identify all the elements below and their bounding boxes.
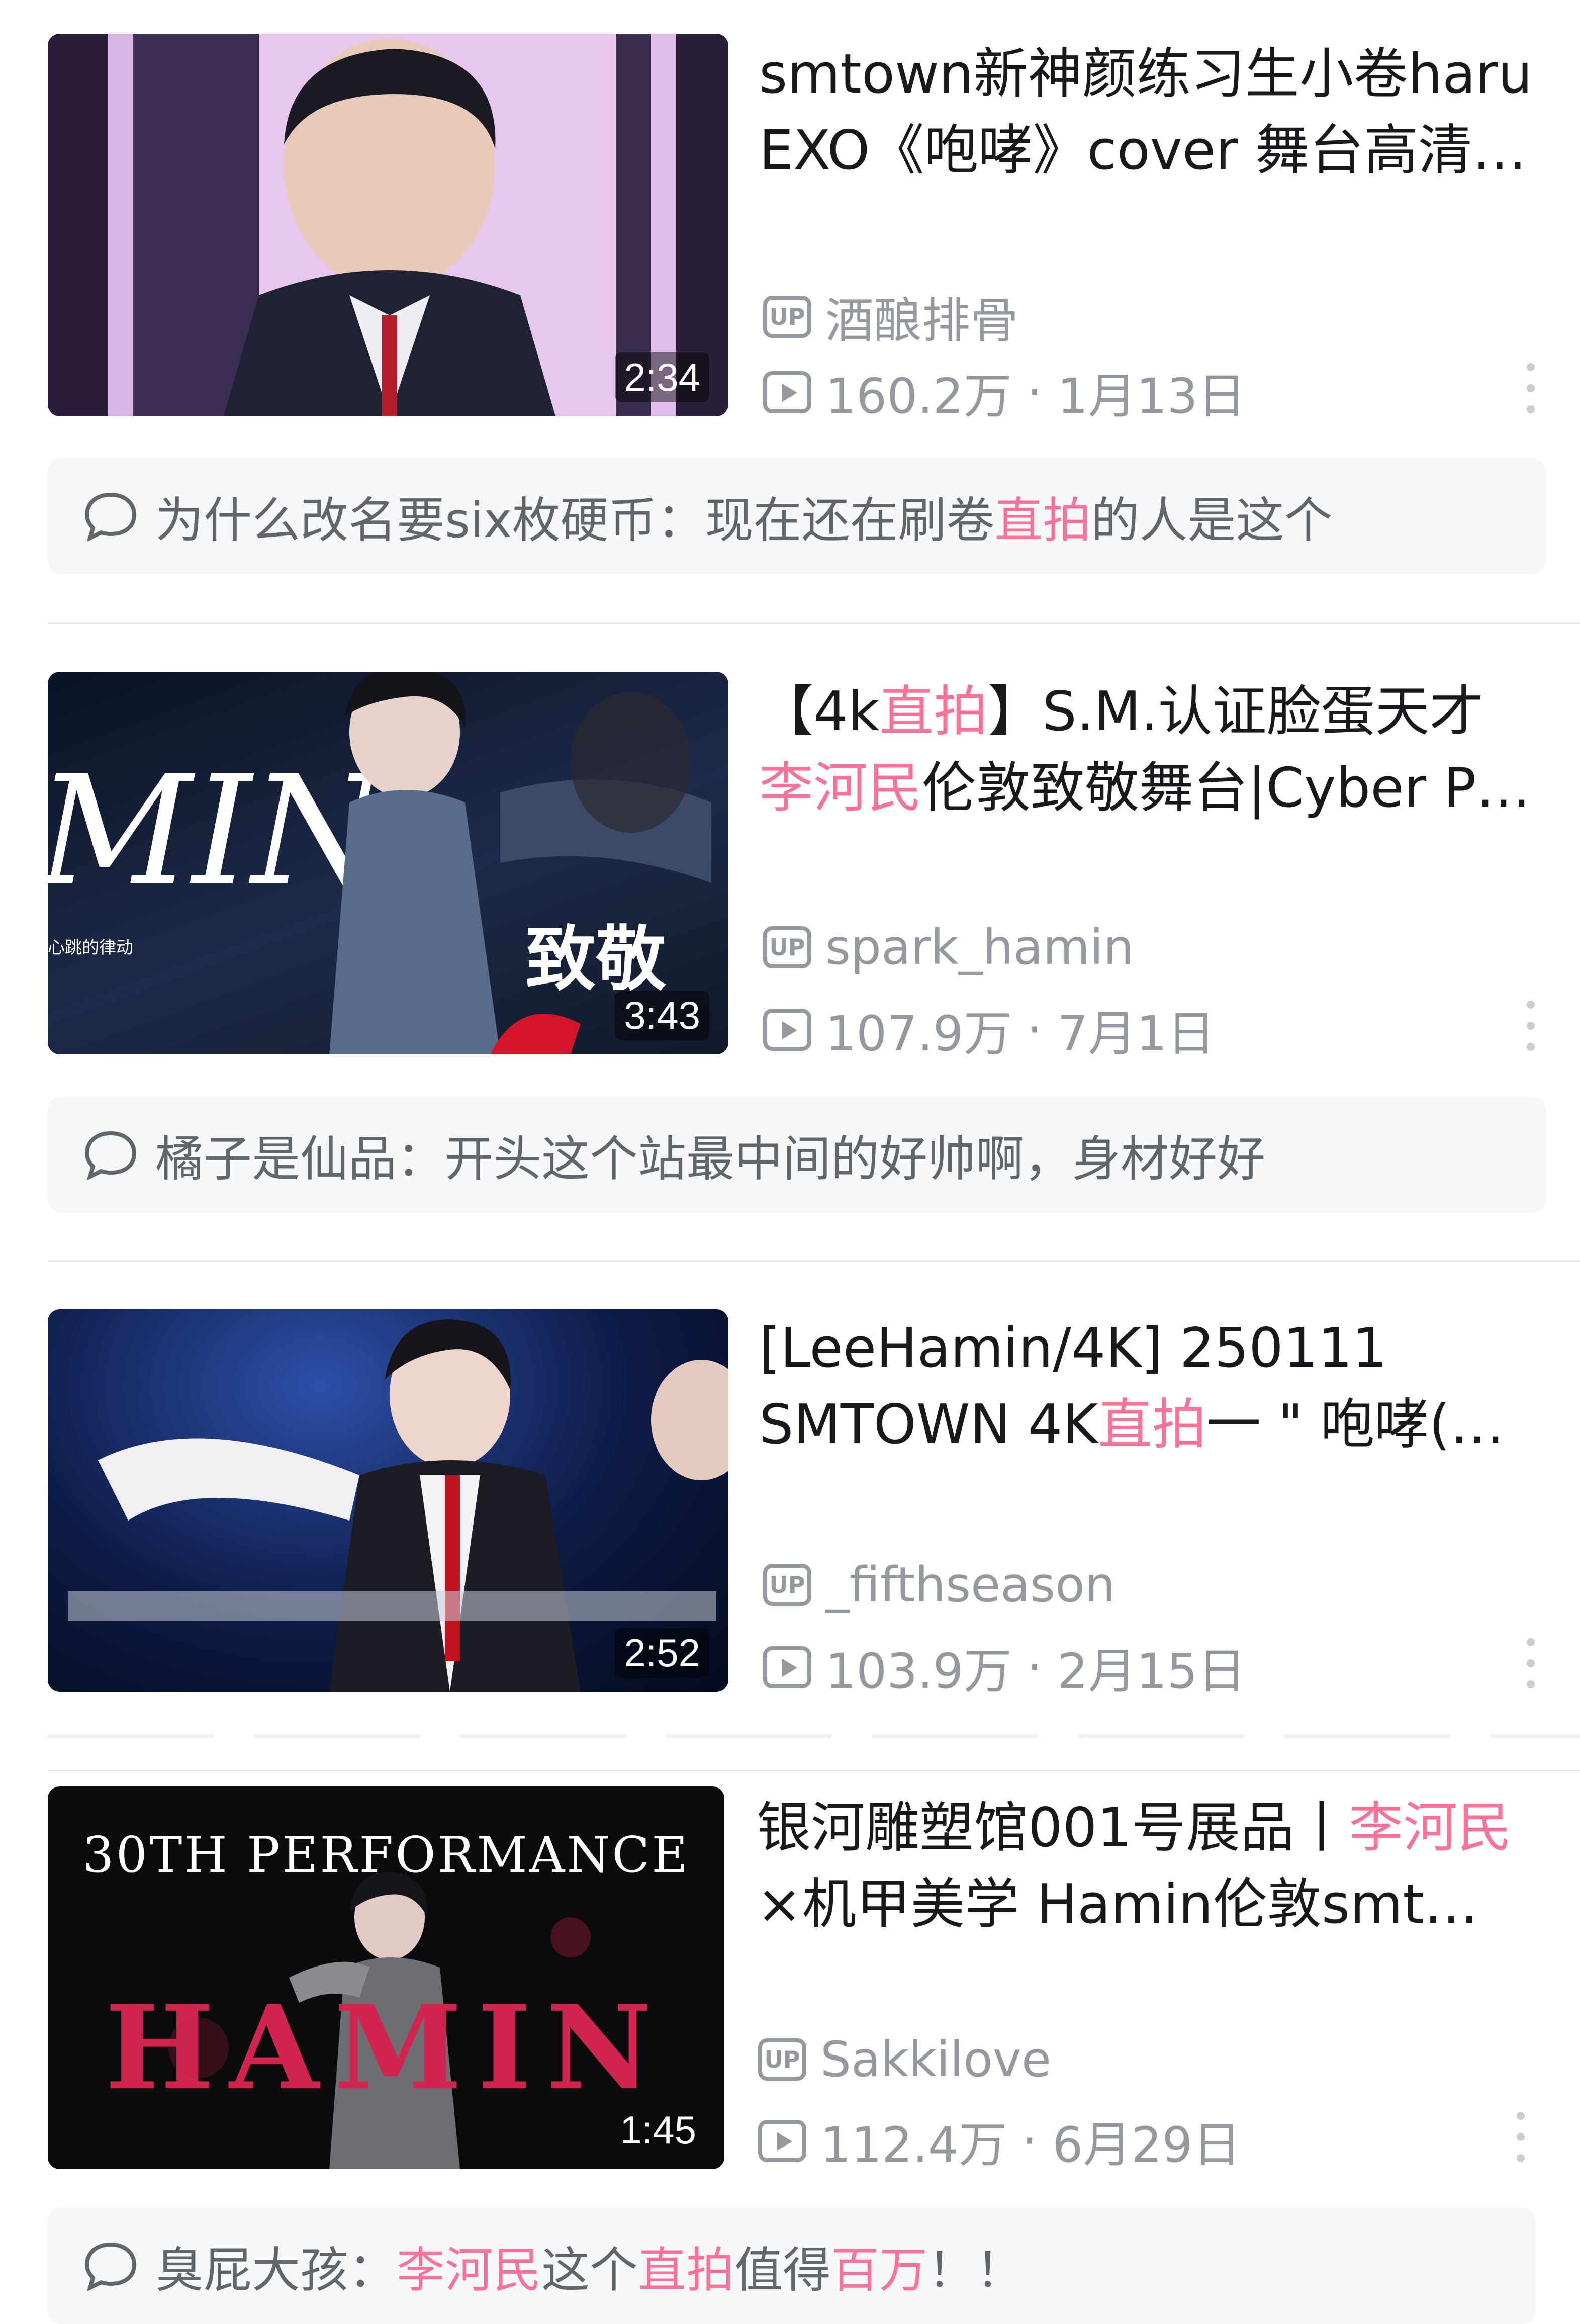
comment-highlight: 直拍 [638, 2242, 734, 2298]
video-title[interactable]: 银河雕塑馆001号展品丨李河民 ×机甲美学 Hamin伦敦smt致… [757, 1790, 1531, 1943]
separator-dot: · [1027, 364, 1043, 420]
comment-text: 现在还在刷卷 [705, 492, 995, 549]
view-count: 160.2万 [825, 368, 1012, 424]
video-thumbnail[interactable]: 2:34 [48, 34, 728, 416]
uploader-name: spark_hamin [825, 919, 1134, 975]
comment-text: ！！ [927, 2242, 1024, 2298]
uploader-row[interactable]: UP 酒酿排骨 [763, 282, 1018, 351]
top-comment[interactable]: 橘子是仙品： 开头这个站最中间的好帅啊，身材好好 [48, 1096, 1546, 1213]
more-vertical-icon[interactable] [1526, 1001, 1536, 1051]
view-count: 107.9万 [825, 1006, 1012, 1062]
more-vertical-icon[interactable] [1526, 363, 1536, 413]
stats-row: 103.9万 · 2月15日 [763, 1632, 1246, 1702]
view-count: 103.9万 [825, 1643, 1012, 1700]
comment-user: 橘子是仙品： [155, 1130, 445, 1187]
uploader-row[interactable]: UP Sakkilove [758, 2031, 1051, 2088]
video-duration: 2:34 [615, 352, 709, 402]
comment-bubble-icon [84, 1131, 137, 1180]
publish-date: 2月15日 [1057, 1643, 1246, 1700]
card-divider [48, 1260, 1580, 1262]
up-badge-icon: UP [763, 1564, 811, 1606]
uploader-row[interactable]: UP spark_hamin [763, 919, 1134, 975]
top-comment[interactable]: 为什么改名要six枚硬币： 现在还在刷卷 直拍 的人是这个 [48, 458, 1546, 574]
uploader-name: Sakkilove [820, 2031, 1051, 2088]
stats-row: 112.4万 · 6月29日 [758, 2106, 1241, 2176]
card-divider [48, 1770, 1580, 1771]
comment-text: 这个 [541, 2242, 638, 2298]
comment-highlight: 百万 [831, 2242, 927, 2298]
separator-dot: · [1027, 1001, 1043, 1058]
uploader-name: _fifthseason [825, 1557, 1116, 1613]
play-count-icon [763, 1008, 811, 1051]
thumbnail-text: 致敬 [525, 919, 667, 1001]
comment-text: 开头这个站最中间的好帅啊，身材好好 [445, 1130, 1265, 1187]
up-badge-icon: UP [763, 295, 811, 338]
uploader-name: 酒酿排骨 [825, 293, 1018, 349]
up-badge-icon: UP [763, 926, 811, 968]
comment-bubble-icon [84, 2242, 137, 2291]
play-count-icon [763, 371, 811, 413]
video-duration: 2:52 [615, 1628, 709, 1678]
video-title[interactable]: 【4k直拍】S.M.认证脸蛋天才 李河民伦敦致敬舞台|Cyber P… [759, 674, 1543, 827]
play-count-icon [758, 2119, 806, 2162]
video-thumbnail[interactable]: 30TH PERFORMANCE HAMIN 1:45 [48, 1786, 724, 2169]
video-title[interactable]: smtown新神颜练习生小卷haru EXO《咆哮》cover 舞台高清… [759, 36, 1543, 189]
video-duration: 1:45 [620, 2108, 696, 2152]
more-vertical-icon[interactable] [1526, 1638, 1536, 1688]
comment-bubble-icon [84, 492, 137, 541]
thumbnail-text: MIN [48, 743, 389, 919]
video-thumbnail[interactable]: 2:52 [48, 1309, 728, 1692]
card-divider [48, 622, 1580, 624]
separator-dot: · [1027, 1639, 1043, 1695]
play-count-icon [763, 1646, 811, 1688]
comment-user: 为什么改名要six枚硬币： [155, 492, 705, 549]
video-title[interactable]: [LeeHamin/4K] 250111 SMTOWN 4K直拍一 " 咆哮(… [759, 1310, 1543, 1463]
uploader-row[interactable]: UP _fifthseason [763, 1557, 1116, 1613]
comment-text: 值得 [734, 2242, 831, 2298]
comment-text: 的人是这个 [1091, 492, 1333, 549]
comment-highlight: 李河民 [397, 2242, 541, 2298]
thumbnail-text: 心跳的律动 [48, 938, 133, 958]
publish-date: 7月1日 [1057, 1006, 1216, 1062]
top-comment[interactable]: 臭屁大孩： 李河民 这个 直拍 值得 百万 ！！ [48, 2207, 1536, 2324]
stats-row: 107.9万 · 7月1日 [763, 995, 1216, 1064]
view-count: 112.4万 [820, 2117, 1007, 2173]
publish-date: 1月13日 [1057, 368, 1246, 424]
publish-date: 6月29日 [1052, 2117, 1241, 2173]
video-thumbnail[interactable]: MIN 致敬 心跳的律动 3:43 [48, 672, 728, 1054]
comment-user: 臭屁大孩： [155, 2242, 397, 2298]
loading-placeholder [48, 1734, 1580, 1738]
comment-highlight: 直拍 [994, 492, 1091, 549]
more-vertical-icon[interactable] [1516, 2112, 1526, 2162]
video-duration: 3:43 [615, 991, 709, 1040]
stats-row: 160.2万 · 1月13日 [763, 357, 1246, 427]
separator-dot: · [1021, 2112, 1038, 2169]
up-badge-icon: UP [758, 2038, 806, 2081]
